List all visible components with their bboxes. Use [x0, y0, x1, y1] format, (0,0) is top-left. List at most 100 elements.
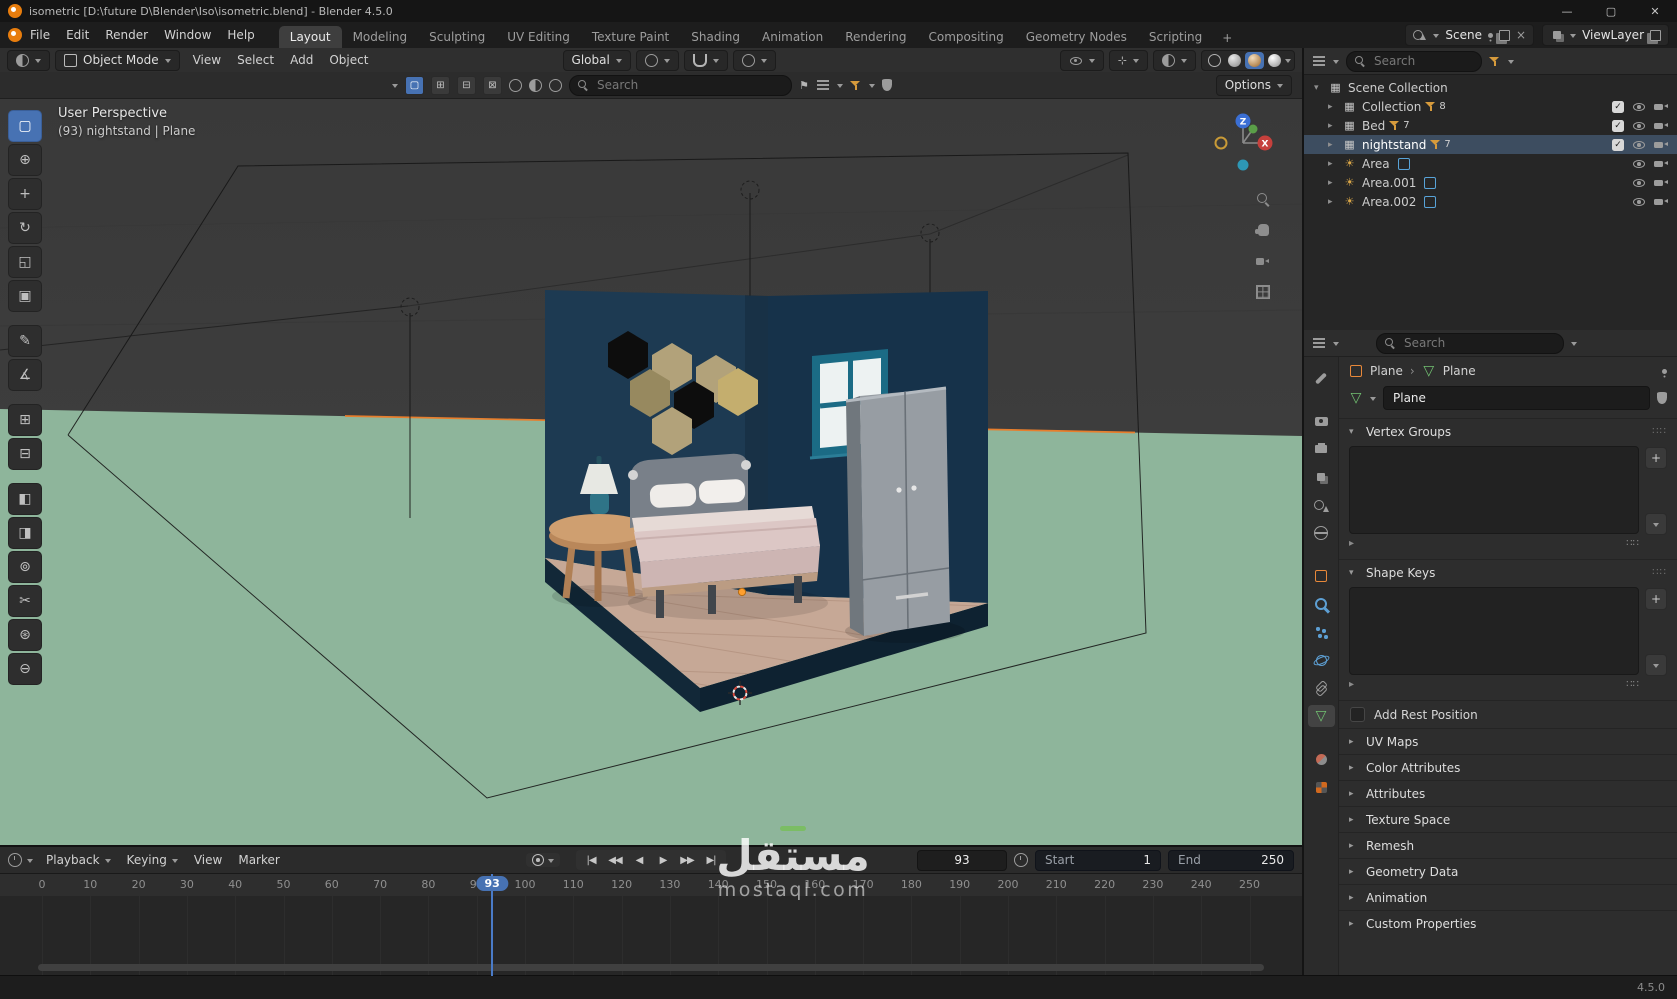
chevron-down-icon[interactable]	[547, 858, 554, 866]
disclosure-icon[interactable]: ▸	[1328, 178, 1338, 188]
tool-poly-build[interactable]: ⊛	[8, 619, 42, 651]
transport-jump-to-end-button[interactable]: ▶|	[700, 851, 722, 869]
zoom-button[interactable]	[1254, 190, 1272, 208]
select-mode-new-button[interactable]: ▢	[405, 75, 424, 95]
workspace-tab-uv-editing[interactable]: UV Editing	[496, 26, 581, 48]
pin-icon[interactable]	[1662, 368, 1667, 374]
minimize-button[interactable]: —	[1545, 0, 1589, 22]
outliner-search-input[interactable]	[1372, 53, 1473, 69]
properties-tab-material[interactable]	[1308, 748, 1335, 770]
filter-icon[interactable]	[849, 80, 862, 91]
workspace-tab-animation[interactable]: Animation	[751, 26, 834, 48]
gizmos-toggle[interactable]: ⊹	[1108, 49, 1148, 71]
bookmark-icon[interactable]: ⚑	[799, 79, 809, 92]
tool-rotate[interactable]: ↻	[8, 212, 42, 244]
timeline-menu-keying[interactable]: Keying	[119, 850, 186, 870]
vertex-group-specials-button[interactable]	[1645, 513, 1667, 535]
tool-select-box[interactable]: ▢	[8, 110, 42, 142]
section-header-remesh[interactable]: ▸ Remesh	[1339, 833, 1677, 858]
scene-selector[interactable]: Scene ×	[1405, 24, 1535, 46]
properties-editor-icon[interactable]	[1313, 342, 1325, 344]
properties-tab-world[interactable]	[1308, 522, 1335, 544]
proportional-editing-selector[interactable]	[732, 49, 776, 71]
add-workspace-button[interactable]: +	[1213, 28, 1241, 48]
properties-tab-scene[interactable]	[1308, 494, 1335, 516]
timeline-scrollbar[interactable]	[38, 964, 1264, 971]
pan-button[interactable]	[1254, 221, 1272, 239]
outliner-row-area-002[interactable]: ▸ ☀ Area.002	[1304, 192, 1677, 211]
section-header-geometry-data[interactable]: ▸ Geometry Data	[1339, 859, 1677, 884]
tool-knife[interactable]: ✂	[8, 585, 42, 617]
properties-search[interactable]	[1376, 332, 1564, 354]
frame-end-field[interactable]: End 250	[1168, 849, 1294, 871]
toggle-icon-3[interactable]	[549, 78, 562, 92]
properties-tab-modifiers[interactable]	[1308, 593, 1335, 615]
shield-icon[interactable]	[881, 79, 892, 91]
menu-file[interactable]: File	[22, 25, 58, 45]
breadcrumb-data[interactable]: Plane	[1443, 364, 1476, 378]
hide-in-viewport-icon[interactable]	[1632, 119, 1646, 133]
z-axis-label[interactable]: Z	[1240, 118, 1247, 128]
transport-play-reverse-button[interactable]: ◀	[628, 851, 650, 869]
outliner-search[interactable]	[1346, 50, 1482, 72]
transport-play-button[interactable]: ▶	[652, 851, 674, 869]
transport-next-keyframe-button[interactable]: ▶▶	[676, 851, 698, 869]
pin-icon[interactable]	[1488, 32, 1493, 38]
exclude-checkbox[interactable]: ✓	[1612, 100, 1624, 113]
properties-tab-object-data[interactable]: ▽	[1307, 705, 1335, 727]
viewport-menu-add[interactable]: Add	[282, 50, 321, 70]
chevron-down-icon[interactable]	[392, 83, 398, 91]
pivot-point-selector[interactable]	[635, 49, 679, 71]
disable-in-renders-icon[interactable]	[1654, 138, 1669, 152]
properties-tab-object[interactable]	[1308, 565, 1335, 587]
toggle-icon-2[interactable]	[529, 78, 542, 92]
outliner-row-nightstand[interactable]: ▸ ▦ nightstand 7 ✓	[1304, 135, 1677, 154]
workspace-tab-layout[interactable]: Layout	[278, 26, 342, 48]
mode-selector[interactable]: Object Mode	[55, 49, 180, 71]
add-shape-key-button[interactable]: +	[1645, 588, 1667, 610]
tool-cursor[interactable]: ⊕	[8, 144, 42, 176]
hide-in-viewport-icon[interactable]	[1632, 100, 1646, 114]
properties-tab-physics[interactable]	[1308, 649, 1335, 671]
frame-start-field[interactable]: Start 1	[1035, 849, 1161, 871]
exclude-checkbox[interactable]: ✓	[1612, 138, 1624, 151]
ortho-toggle-button[interactable]	[1254, 283, 1272, 301]
menu-edit[interactable]: Edit	[58, 25, 97, 45]
timeline-editor-icon[interactable]	[8, 853, 22, 867]
viewport-menu-select[interactable]: Select	[229, 50, 282, 70]
transform-orientation-selector[interactable]: Global	[562, 49, 631, 71]
rest-position-checkbox[interactable]	[1350, 707, 1365, 722]
editor-type-button[interactable]	[7, 49, 50, 71]
transport-prev-keyframe-button[interactable]: ◀◀	[604, 851, 626, 869]
timeline-menu-playback[interactable]: Playback	[38, 850, 119, 870]
playhead[interactable]: 93	[476, 874, 508, 976]
workspace-tab-modeling[interactable]: Modeling	[342, 26, 419, 48]
properties-tab-view-layer[interactable]	[1308, 466, 1335, 488]
workspace-tab-texture-paint[interactable]: Texture Paint	[581, 26, 680, 48]
tool-scale[interactable]: ◱	[8, 246, 42, 278]
record-icon[interactable]	[531, 854, 544, 866]
disable-in-renders-icon[interactable]	[1654, 176, 1669, 190]
hide-in-viewport-icon[interactable]	[1632, 138, 1646, 152]
hide-in-viewport-icon[interactable]	[1632, 157, 1646, 171]
section-header-uv-maps[interactable]: ▸ UV Maps	[1339, 729, 1677, 754]
workspace-tab-compositing[interactable]: Compositing	[917, 26, 1014, 48]
toggle-icon-1[interactable]	[509, 78, 522, 92]
navigation-gizmo[interactable]: Z X	[1206, 106, 1280, 180]
workspace-tab-scripting[interactable]: Scripting	[1138, 26, 1213, 48]
x-axis-label[interactable]: X	[1262, 140, 1269, 150]
tool-measure[interactable]: ∡	[8, 359, 42, 391]
timeline-ruler[interactable]: 0102030405060708090100110120130140150160…	[0, 874, 1302, 897]
tool-bevel[interactable]: ◨	[8, 517, 42, 549]
outliner-row-scene-collection[interactable]: ▾ ▦ Scene Collection	[1304, 78, 1677, 97]
transport-jump-to-start-button[interactable]: |◀	[580, 851, 602, 869]
properties-tab-texture[interactable]	[1308, 776, 1335, 798]
tool-move[interactable]: +	[8, 178, 42, 210]
properties-search-input[interactable]	[1402, 335, 1555, 351]
shape-key-specials-button[interactable]	[1645, 654, 1667, 676]
section-header-texture-space[interactable]: ▸ Texture Space	[1339, 807, 1677, 832]
section-header[interactable]: ▾ Vertex Groups ∷∷	[1339, 419, 1677, 444]
options-button[interactable]: Options	[1215, 74, 1292, 96]
overlays-toggle[interactable]	[1153, 49, 1196, 71]
list-expand-icon[interactable]: ▸	[1349, 679, 1354, 690]
